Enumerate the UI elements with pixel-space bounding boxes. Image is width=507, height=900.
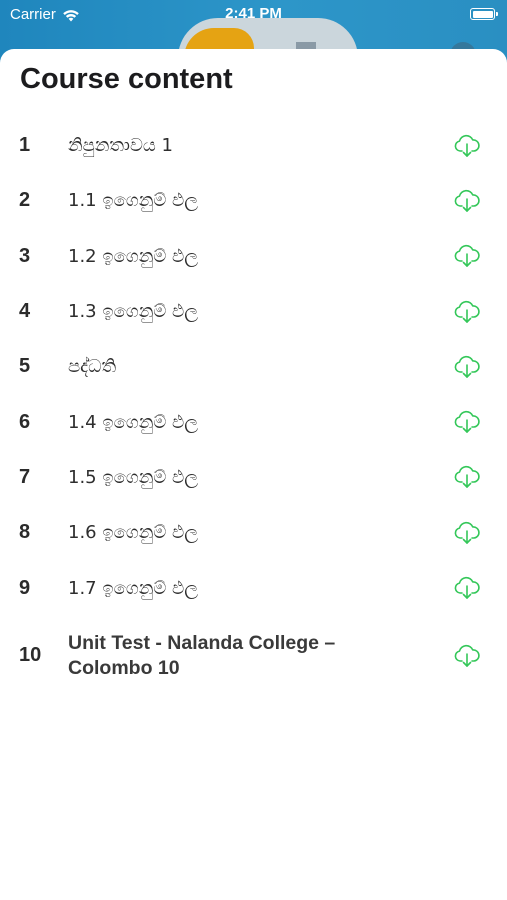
lesson-row-10[interactable]: 10 Unit Test - Nalanda College – Colombo… [0, 616, 507, 696]
cloud-download-icon[interactable] [452, 133, 482, 159]
lesson-row-7[interactable]: 7 1.5 ඉගෙනුම් ඵල [0, 450, 507, 505]
lesson-title: නිපුනතාවය 1 [68, 135, 174, 157]
lesson-row-5[interactable]: 5 පද්ධති [0, 339, 507, 394]
cloud-download-icon[interactable] [452, 409, 482, 435]
lesson-number: 4 [19, 300, 31, 323]
lesson-number: 8 [19, 521, 31, 544]
status-bar: Carrier 2:41 PM [0, 0, 507, 30]
lesson-list: 1 නිපුනතාවය 1 2 1.1 ඉගෙනුම් ඵල 3 1.2 ඉගෙ… [0, 118, 507, 696]
lesson-title: 1.5 ඉගෙනුම් ඵල [68, 466, 198, 488]
lesson-number: 6 [19, 410, 31, 433]
course-content-sheet: Course content 1 නිපුනතාවය 1 2 1.1 ඉගෙනු… [0, 49, 507, 900]
lesson-row-8[interactable]: 8 1.6 ඉගෙනුම් ඵල [0, 505, 507, 560]
cloud-download-icon[interactable] [452, 520, 482, 546]
cloud-download-icon[interactable] [452, 464, 482, 490]
lesson-title: 1.6 ඉගෙනුම් ඵල [68, 522, 198, 544]
lesson-title: පද්ධති [68, 356, 117, 378]
lesson-row-2[interactable]: 2 1.1 ඉගෙනුම් ඵල [0, 173, 507, 228]
lesson-row-1[interactable]: 1 නිපුනතාවය 1 [0, 118, 507, 173]
lesson-number: 10 [19, 644, 42, 667]
lesson-number: 1 [19, 134, 31, 157]
lesson-title: Unit Test - Nalanda College – Colombo 10 [68, 631, 336, 679]
cloud-download-icon[interactable] [452, 354, 482, 380]
lesson-title: 1.4 ඉගෙනුම් ඵල [68, 411, 198, 433]
lesson-number: 3 [19, 244, 31, 267]
cloud-download-icon[interactable] [452, 575, 482, 601]
lesson-title: 1.1 ඉගෙනුම් ඵල [68, 190, 198, 212]
status-time: 2:41 PM [225, 5, 282, 22]
sheet-title: Course content [20, 63, 233, 95]
lesson-number: 2 [19, 189, 31, 212]
cloud-download-icon[interactable] [452, 643, 482, 669]
lesson-number: 5 [19, 355, 31, 378]
lesson-row-6[interactable]: 6 1.4 ඉගෙනුම් ඵල [0, 394, 507, 449]
cloud-download-icon[interactable] [452, 243, 482, 269]
lesson-title: 1.7 ඉගෙනුම් ඵල [68, 577, 198, 599]
cloud-download-icon[interactable] [452, 299, 482, 325]
lesson-number: 7 [19, 465, 31, 488]
cloud-download-icon[interactable] [452, 188, 482, 214]
lesson-row-9[interactable]: 9 1.7 ඉගෙනුම් ඵල [0, 560, 507, 615]
lesson-row-3[interactable]: 3 1.2 ඉගෙනුම් ඵල [0, 229, 507, 284]
lesson-row-4[interactable]: 4 1.3 ඉගෙනුම් ඵල [0, 284, 507, 339]
lesson-title: 1.2 ඉගෙනුම් ඵල [68, 245, 198, 267]
battery-icon [470, 8, 498, 20]
lesson-number: 9 [19, 576, 31, 599]
lesson-title: 1.3 ඉගෙනුම් ඵල [68, 301, 198, 323]
